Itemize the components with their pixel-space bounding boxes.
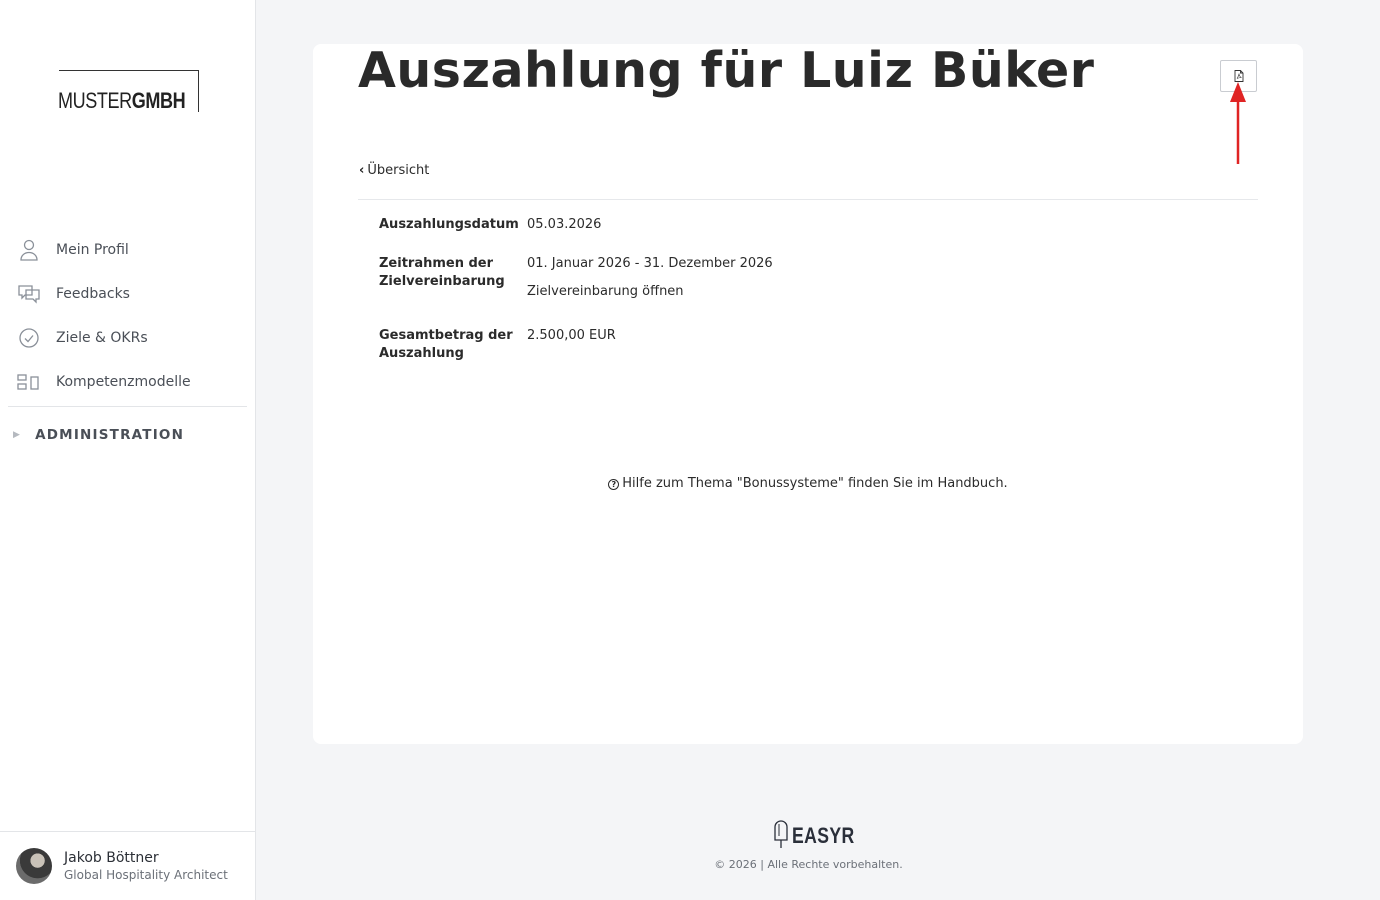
annotation-arrow xyxy=(1227,80,1249,174)
field-value: 05.03.2026 xyxy=(527,217,602,232)
nav-item-kompetenzmodelle[interactable]: Kompetenzmodelle xyxy=(0,360,255,404)
help-icon: ? xyxy=(608,479,620,490)
back-link[interactable]: ‹ Übersicht xyxy=(359,163,429,178)
field-label: Zeitrahmen der Zielvereinbarung xyxy=(379,256,505,289)
logo-text-part2: GMBH xyxy=(131,88,186,113)
caret-right-icon: ▶ xyxy=(13,430,22,440)
back-label: Übersicht xyxy=(367,163,430,178)
help-link[interactable]: ? Hilfe zum Thema "Bonussysteme" finden S… xyxy=(313,476,1303,491)
main-nav: Mein Profil Feedbacks Ziele & OKRs Kompe… xyxy=(0,228,255,463)
nav-item-mein-profil[interactable]: Mein Profil xyxy=(0,228,255,272)
nav-label: Ziele & OKRs xyxy=(56,330,148,346)
sidebar: MUSTERGMBH Mein Profil Feedbacks Ziele &… xyxy=(0,0,256,900)
footer-logo: EASYR xyxy=(772,818,870,854)
field-label: Auszahlungsdatum xyxy=(379,217,519,232)
field-value: 01. Januar 2026 - 31. Dezember 2026 xyxy=(527,256,773,271)
logo-text-part1: MUSTER xyxy=(58,88,132,113)
help-text: Hilfe zum Thema "Bonussysteme" finden Si… xyxy=(622,476,1008,491)
nav-label: Kompetenzmodelle xyxy=(56,374,191,390)
nav-item-administration[interactable]: ▶ ADMINISTRATION xyxy=(0,407,255,463)
field-label: Gesamtbetrag der Auszahlung xyxy=(379,328,513,361)
chat-icon xyxy=(17,282,41,306)
divider xyxy=(358,199,1258,200)
popsicle-icon xyxy=(772,818,790,854)
company-logo[interactable]: MUSTERGMBH xyxy=(58,70,199,113)
admin-label: ADMINISTRATION xyxy=(35,427,185,443)
grid-icon xyxy=(17,370,41,394)
footer-brand: EASYR xyxy=(792,823,855,848)
field-value: 2.500,00 EUR xyxy=(527,328,616,343)
copyright-text: © 2026 | Alle Rechte vorbehalten. xyxy=(714,858,903,871)
check-circle-icon xyxy=(17,326,41,350)
user-icon xyxy=(17,238,41,262)
chevron-left-icon: ‹ xyxy=(359,163,365,178)
nav-item-ziele-okrs[interactable]: Ziele & OKRs xyxy=(0,316,255,360)
nav-label: Mein Profil xyxy=(56,242,129,258)
content-card: Auszahlung für Luiz Büker ‹ Übersicht Au… xyxy=(313,42,1303,744)
nav-item-feedbacks[interactable]: Feedbacks xyxy=(0,272,255,316)
nav-label: Feedbacks xyxy=(56,286,130,302)
open-agreement-link[interactable]: Zielvereinbarung öffnen xyxy=(527,283,684,301)
page-title: Auszahlung für Luiz Büker xyxy=(358,42,1095,99)
